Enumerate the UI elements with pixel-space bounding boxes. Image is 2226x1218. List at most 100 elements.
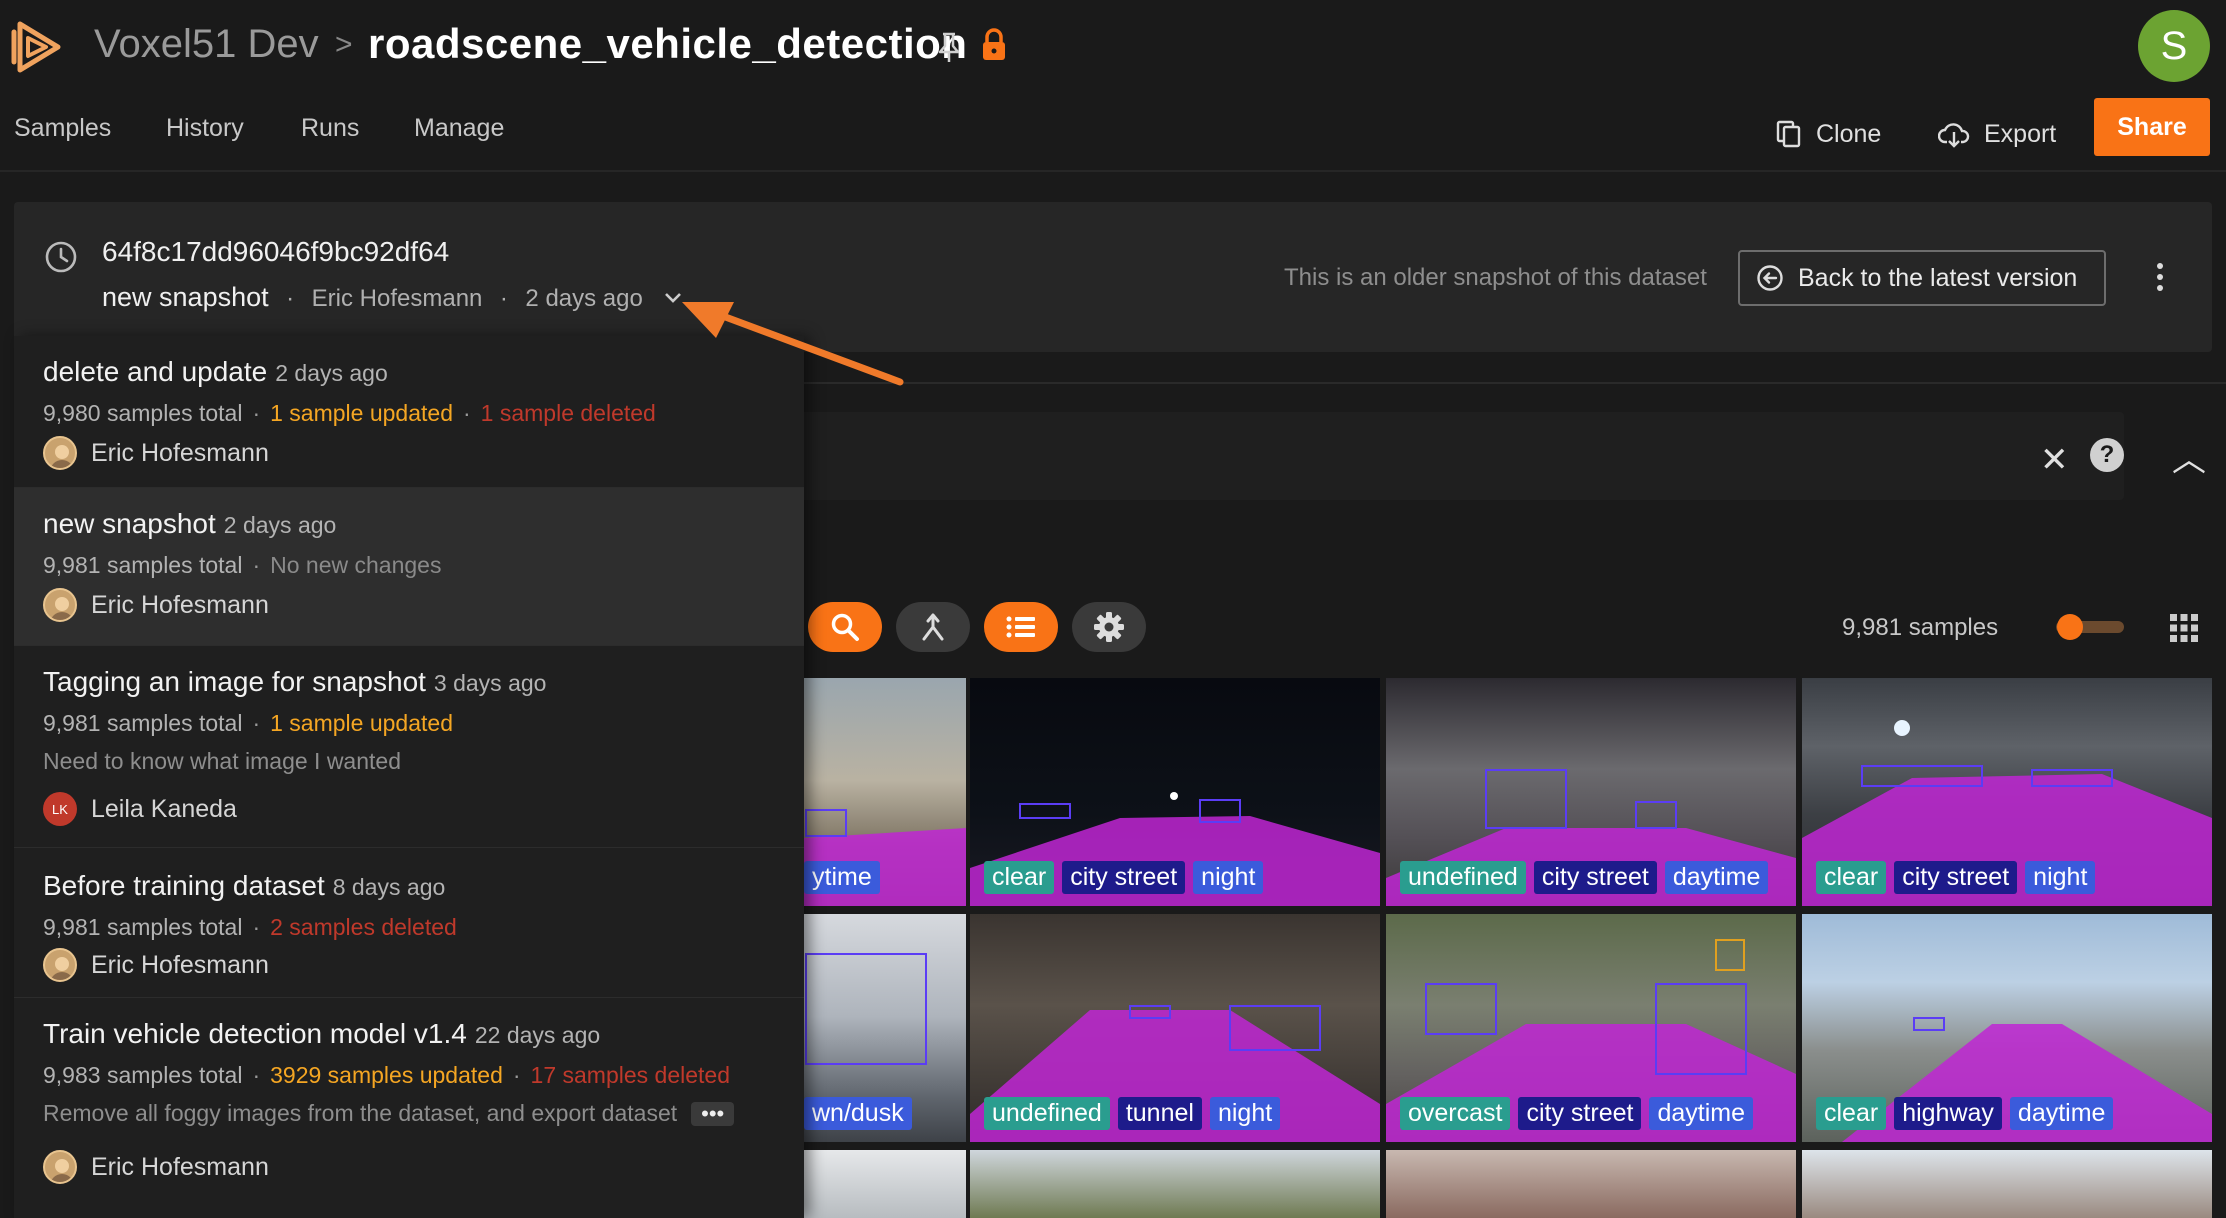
merge-button[interactable]	[896, 602, 970, 652]
dataset-title: roadscene_vehicle_detection	[368, 20, 968, 67]
tag-time[interactable]: night	[1193, 861, 1264, 894]
export-label: Export	[1984, 119, 2057, 148]
tag-scene[interactable]: highway	[1894, 1097, 2002, 1130]
export-button[interactable]: Export	[1938, 112, 2056, 156]
snapshot-item-author: Eric Hofesmann	[43, 436, 269, 470]
samples-count: 9,981 samples	[1842, 614, 1999, 641]
sample-tile[interactable]: clear city street night	[1802, 678, 2212, 906]
tag-time[interactable]: night	[1209, 1097, 1281, 1130]
avatar: LK	[43, 792, 77, 826]
sample-tile[interactable]: wn/dusk	[804, 914, 966, 1142]
share-button[interactable]: Share	[2094, 98, 2210, 156]
snapshot-item[interactable]: Train vehicle detection model v1.4 22 day…	[14, 998, 804, 1218]
annotation-arrow-icon	[682, 302, 904, 386]
sample-tile[interactable]: ytime	[804, 678, 966, 906]
snapshot-item-title: new snapshot 2 days ago	[43, 508, 337, 539]
snapshot-item-stats: 9,980 samples total · 1 sample updated · 1 s…	[43, 400, 656, 426]
snapshot-banner: 64f8c17dd96046f9bc92df64 new snapshot · …	[14, 202, 2212, 352]
org-name[interactable]: Voxel51 Dev	[94, 22, 319, 67]
avatar	[43, 948, 77, 982]
merge-icon	[922, 613, 944, 641]
sample-tile[interactable]	[804, 1150, 966, 1218]
snapshot-item-stats: 9,981 samples total · 2 samples deleted	[43, 914, 457, 940]
older-snapshot-message: This is an older snapshot of this datase…	[1284, 264, 1707, 291]
help-icon[interactable]: ?	[2090, 438, 2124, 472]
tag-scene[interactable]: city street	[1062, 861, 1186, 894]
sample-tile[interactable]	[970, 1150, 1380, 1218]
cloud-download-icon	[1938, 123, 1970, 148]
tag-scene[interactable]: tunnel	[1117, 1097, 1202, 1130]
app-header: Voxel51 Dev > roadscene_vehicle_detectio…	[0, 0, 2226, 98]
sample-tile[interactable]	[1386, 1150, 1796, 1218]
snapshot-item-stats: 9,981 samples total · No new changes	[43, 552, 442, 578]
snapshot-item-author: Eric Hofesmann	[43, 948, 269, 982]
copy-icon	[1776, 120, 1801, 148]
snapshot-item-author: LK Leila Kaneda	[43, 792, 237, 826]
search-button[interactable]	[808, 602, 882, 652]
more-options-icon[interactable]	[2150, 260, 2170, 294]
tag-weather[interactable]: undefined	[984, 1097, 1110, 1130]
tag-scene[interactable]: city street	[1894, 861, 2018, 894]
settings-button[interactable]	[1072, 602, 1146, 652]
grid-zoom-slider[interactable]	[2052, 612, 2126, 642]
grid-icon[interactable]	[2170, 614, 2198, 642]
gear-icon	[1094, 612, 1124, 642]
snapshot-item-title: delete and update 2 days ago	[43, 356, 388, 387]
tab-runs[interactable]: Runs	[301, 114, 359, 143]
avatar	[43, 588, 77, 622]
view-bar[interactable]	[800, 412, 2124, 500]
snapshot-selector[interactable]: new snapshot · Eric Hofesmann · 2 days a…	[102, 282, 684, 313]
clone-label: Clone	[1816, 119, 1882, 148]
divider	[800, 382, 2226, 384]
close-icon[interactable]: ✕	[2040, 440, 2069, 480]
tag-weather[interactable]: undefined	[1400, 861, 1526, 894]
avatar	[43, 436, 77, 470]
expand-description-button[interactable]: •••	[691, 1102, 735, 1126]
snapshot-item-title: Train vehicle detection model v1.4 22 day…	[43, 1018, 601, 1049]
lock-icon	[983, 28, 1005, 60]
tag-time[interactable]: daytime	[1649, 1097, 1754, 1130]
tag-weather[interactable]: clear	[1816, 861, 1887, 894]
list-view-button[interactable]	[984, 602, 1058, 652]
snapshot-item[interactable]: Before training dataset 8 days ago 9,981 …	[14, 848, 804, 998]
snapshot-item-stats: 9,983 samples total · 3929 samples updated…	[43, 1062, 730, 1088]
tab-manage[interactable]: Manage	[414, 114, 504, 143]
pin-icon[interactable]	[934, 30, 964, 66]
breadcrumb-separator: >	[335, 28, 353, 61]
tag-scene[interactable]: city street	[1518, 1097, 1642, 1130]
tab-history[interactable]: History	[166, 114, 244, 143]
user-avatar[interactable]: S	[2138, 10, 2210, 82]
tag-time[interactable]: wn/dusk	[804, 1097, 912, 1130]
sample-tile[interactable]: overcast city street daytime	[1386, 914, 1796, 1142]
sample-tile[interactable]: clear city street night	[970, 678, 1380, 906]
tag-time[interactable]: night	[2025, 861, 2096, 894]
sample-tile[interactable]: clear highway daytime	[1802, 914, 2212, 1142]
tag-time[interactable]: ytime	[804, 861, 880, 894]
snapshot-item[interactable]: Tagging an image for snapshot 3 days ago …	[14, 646, 804, 848]
sample-tile[interactable]	[1802, 1150, 2212, 1218]
avatar	[43, 1150, 77, 1184]
tag-scene[interactable]: city street	[1533, 861, 1657, 894]
snapshot-list: delete and update 2 days ago 9,980 sample…	[14, 336, 804, 1218]
sample-tile[interactable]: undefined tunnel night	[970, 914, 1380, 1142]
snapshot-name: new snapshot	[102, 282, 269, 312]
back-arrow-icon	[1757, 265, 1783, 291]
snapshot-item[interactable]: new snapshot 2 days ago 9,981 samples tot…	[14, 488, 804, 646]
list-icon	[1006, 616, 1035, 638]
clone-button[interactable]: Clone	[1776, 112, 1881, 156]
tag-time[interactable]: daytime	[1664, 861, 1769, 894]
snapshot-ago: 2 days ago	[525, 285, 643, 312]
tag-weather[interactable]: clear	[984, 861, 1055, 894]
tag-weather[interactable]: clear	[1816, 1097, 1887, 1130]
snapshot-id: 64f8c17dd96046f9bc92df64	[102, 236, 450, 267]
tab-samples[interactable]: Samples	[14, 114, 111, 143]
tag-time[interactable]: daytime	[2009, 1097, 2114, 1130]
snapshot-item-stats: 9,981 samples total · 1 sample updated	[43, 710, 453, 736]
tag-weather[interactable]: overcast	[1400, 1097, 1511, 1130]
voxel51-logo-icon[interactable]	[10, 18, 68, 76]
back-to-latest-button[interactable]: Back to the latest version	[1738, 250, 2106, 306]
snapshot-author: Eric Hofesmann	[311, 285, 483, 312]
sample-tile[interactable]: undefined city street daytime	[1386, 678, 1796, 906]
chevron-up-icon[interactable]: ︿	[2172, 432, 2206, 481]
snapshot-item-description: Need to know what image I wanted	[43, 748, 401, 774]
